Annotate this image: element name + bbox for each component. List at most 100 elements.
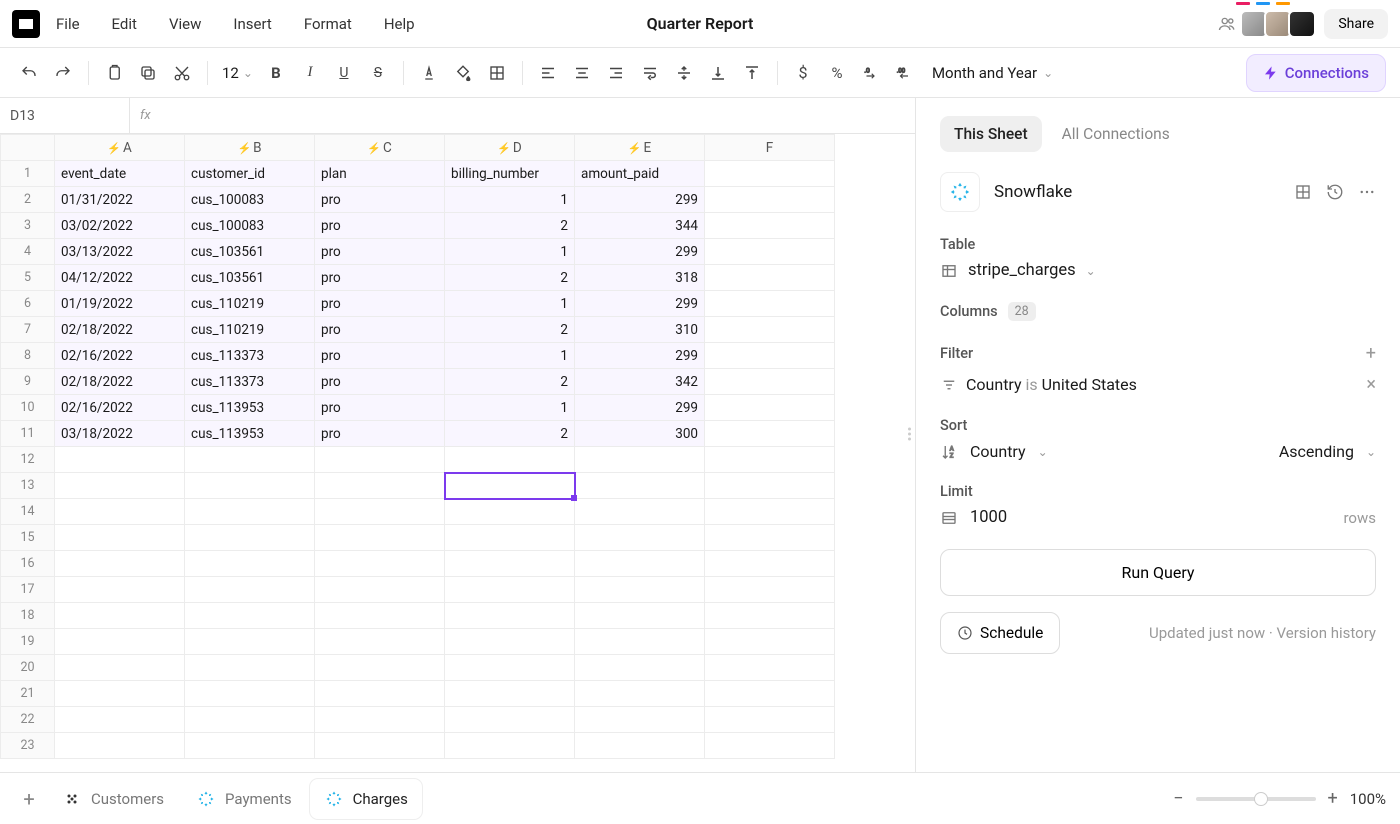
data-cell[interactable]: 03/13/2022 xyxy=(55,239,185,265)
data-cell[interactable]: pro xyxy=(315,291,445,317)
empty-cell[interactable] xyxy=(575,499,705,525)
cell-reference[interactable]: D13 xyxy=(0,98,130,133)
panel-drag-handle[interactable] xyxy=(908,428,911,441)
empty-cell[interactable] xyxy=(575,603,705,629)
connections-button[interactable]: Connections xyxy=(1246,54,1386,92)
empty-cell[interactable] xyxy=(185,603,315,629)
data-cell[interactable] xyxy=(705,369,835,395)
updated-text[interactable]: Updated just now · Version history xyxy=(1149,624,1376,642)
empty-cell[interactable] xyxy=(185,681,315,707)
empty-cell[interactable] xyxy=(705,447,835,473)
data-cell[interactable]: 1 xyxy=(445,343,575,369)
empty-cell[interactable] xyxy=(55,447,185,473)
data-cell[interactable]: 299 xyxy=(575,239,705,265)
empty-cell[interactable] xyxy=(55,551,185,577)
empty-cell[interactable] xyxy=(185,499,315,525)
decimal-decrease-button[interactable]: .00 xyxy=(890,58,920,88)
data-cell[interactable]: 2 xyxy=(445,317,575,343)
column-header-F[interactable]: F xyxy=(705,135,835,161)
remove-filter-button[interactable]: × xyxy=(1366,374,1376,395)
data-cell[interactable]: cus_110219 xyxy=(185,317,315,343)
header-cell[interactable]: billing_number xyxy=(445,161,575,187)
column-header-D[interactable]: ⚡D xyxy=(445,135,575,161)
menu-format[interactable]: Format xyxy=(304,15,352,33)
empty-cell[interactable] xyxy=(55,655,185,681)
row-number[interactable]: 1 xyxy=(1,161,55,187)
row-number[interactable]: 15 xyxy=(1,525,55,551)
empty-cell[interactable] xyxy=(705,733,835,759)
data-cell[interactable] xyxy=(705,239,835,265)
row-number[interactable]: 20 xyxy=(1,655,55,681)
menu-view[interactable]: View xyxy=(169,15,201,33)
data-cell[interactable] xyxy=(705,265,835,291)
data-cell[interactable]: 299 xyxy=(575,395,705,421)
row-number[interactable]: 18 xyxy=(1,603,55,629)
table-select[interactable]: stripe_charges ⌄ xyxy=(940,261,1376,280)
empty-cell[interactable] xyxy=(315,707,445,733)
empty-cell[interactable] xyxy=(445,603,575,629)
empty-cell[interactable] xyxy=(575,655,705,681)
empty-cell[interactable] xyxy=(55,577,185,603)
header-cell[interactable]: event_date xyxy=(55,161,185,187)
empty-cell[interactable] xyxy=(705,629,835,655)
empty-cell[interactable] xyxy=(315,577,445,603)
data-cell[interactable]: 04/12/2022 xyxy=(55,265,185,291)
row-number[interactable]: 14 xyxy=(1,499,55,525)
data-cell[interactable]: 1 xyxy=(445,187,575,213)
valign-top-button[interactable] xyxy=(737,58,767,88)
add-filter-button[interactable]: + xyxy=(1366,343,1376,364)
data-cell[interactable]: pro xyxy=(315,369,445,395)
row-number[interactable]: 10 xyxy=(1,395,55,421)
row-number[interactable]: 13 xyxy=(1,473,55,499)
column-header-B[interactable]: ⚡B xyxy=(185,135,315,161)
data-cell[interactable] xyxy=(705,187,835,213)
tab-this-sheet[interactable]: This Sheet xyxy=(940,116,1042,152)
empty-cell[interactable] xyxy=(185,707,315,733)
history-icon[interactable] xyxy=(1326,183,1344,201)
strikethrough-button[interactable]: S xyxy=(363,58,393,88)
empty-cell[interactable] xyxy=(55,707,185,733)
data-cell[interactable]: pro xyxy=(315,187,445,213)
data-cell[interactable]: 01/19/2022 xyxy=(55,291,185,317)
cut-button[interactable] xyxy=(167,58,197,88)
empty-cell[interactable] xyxy=(315,629,445,655)
empty-cell[interactable] xyxy=(445,499,575,525)
row-number[interactable]: 6 xyxy=(1,291,55,317)
sheet-tab-charges[interactable]: Charges xyxy=(310,779,422,819)
document-title[interactable]: Quarter Report xyxy=(647,14,754,33)
row-number[interactable]: 16 xyxy=(1,551,55,577)
align-left-button[interactable] xyxy=(533,58,563,88)
data-cell[interactable]: cus_113953 xyxy=(185,395,315,421)
data-cell[interactable]: 1 xyxy=(445,239,575,265)
copy-button[interactable] xyxy=(133,58,163,88)
empty-cell[interactable] xyxy=(55,629,185,655)
data-cell[interactable]: cus_103561 xyxy=(185,265,315,291)
data-cell[interactable]: pro xyxy=(315,317,445,343)
empty-cell[interactable] xyxy=(575,629,705,655)
app-logo[interactable] xyxy=(12,10,40,38)
empty-cell[interactable] xyxy=(705,473,835,499)
data-cell[interactable] xyxy=(705,421,835,447)
empty-cell[interactable] xyxy=(55,733,185,759)
empty-cell[interactable] xyxy=(185,473,315,499)
borders-button[interactable] xyxy=(482,58,512,88)
underline-button[interactable]: U xyxy=(329,58,359,88)
data-cell[interactable]: pro xyxy=(315,213,445,239)
empty-cell[interactable] xyxy=(315,681,445,707)
row-number[interactable]: 23 xyxy=(1,733,55,759)
italic-button[interactable]: I xyxy=(295,58,325,88)
filter-row[interactable]: Country is United States × xyxy=(940,374,1376,395)
data-cell[interactable]: pro xyxy=(315,265,445,291)
data-cell[interactable]: 03/02/2022 xyxy=(55,213,185,239)
header-cell[interactable] xyxy=(705,161,835,187)
empty-cell[interactable] xyxy=(705,603,835,629)
column-header-A[interactable]: ⚡A xyxy=(55,135,185,161)
sort-direction-select[interactable]: Ascending xyxy=(1279,442,1354,461)
empty-cell[interactable] xyxy=(445,525,575,551)
currency-button[interactable]: $ xyxy=(788,58,818,88)
row-number[interactable]: 12 xyxy=(1,447,55,473)
data-cell[interactable] xyxy=(705,343,835,369)
empty-cell[interactable] xyxy=(185,629,315,655)
row-number[interactable]: 21 xyxy=(1,681,55,707)
empty-cell[interactable] xyxy=(445,655,575,681)
